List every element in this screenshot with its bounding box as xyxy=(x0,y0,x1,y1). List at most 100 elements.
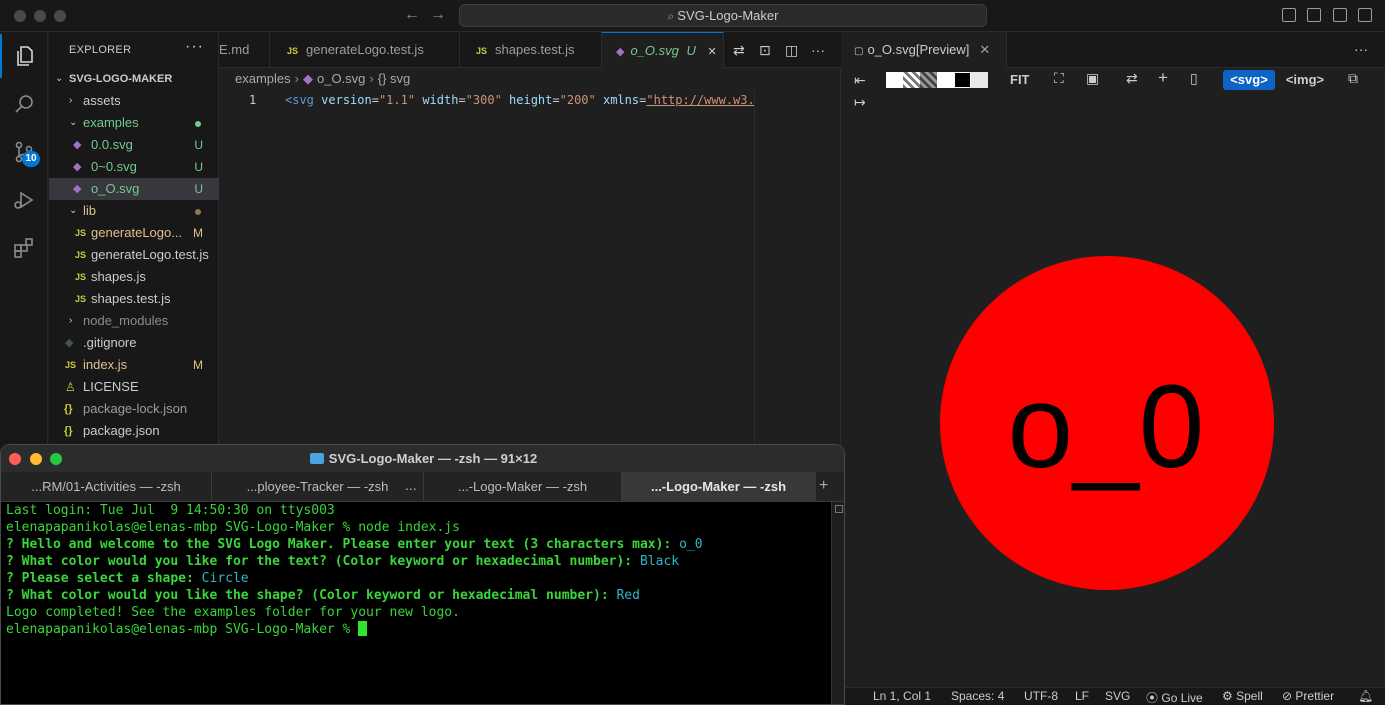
tree-item-index-js[interactable]: JS index.js M xyxy=(49,354,219,376)
minimize-window-button[interactable] xyxy=(34,10,46,22)
editor-group: E.md JS generateLogo.test.js JS shapes.tes… xyxy=(219,32,841,445)
split-editor-icon[interactable]: ◫ xyxy=(785,42,798,59)
customize-layout-icon[interactable] xyxy=(1358,8,1372,22)
swatch-transparent-light[interactable] xyxy=(903,72,920,88)
terminal-tab-active[interactable]: ...-Logo-Maker — -zsh xyxy=(622,472,816,502)
terminal-tab-overflow[interactable]: ... xyxy=(405,477,417,493)
tree-item-gitignore[interactable]: ◆ .gitignore xyxy=(49,332,219,354)
svg-mode-button[interactable]: <svg> xyxy=(1223,70,1275,90)
img-mode-button[interactable]: <img> xyxy=(1283,70,1327,90)
encoding[interactable]: UTF-8 xyxy=(1024,689,1058,703)
terminal-scrollbar[interactable] xyxy=(831,502,844,704)
background-swatches[interactable] xyxy=(886,72,988,88)
close-window-button[interactable] xyxy=(14,10,26,22)
js-file-icon: JS xyxy=(75,250,87,260)
tree-item-shapes-js[interactable]: JS shapes.js xyxy=(49,266,219,288)
tree-item-generatelogo-js[interactable]: JS generateLogo... M xyxy=(49,222,219,244)
terminal-line: Logo completed! See the examples folder … xyxy=(6,605,460,620)
code-text[interactable]: <svg version="1.1" width="300" height="2… xyxy=(285,90,754,110)
terminal-tab[interactable]: ...-Logo-Maker — -zsh xyxy=(424,472,622,502)
tab-svg-preview[interactable]: ▢ o_O.svg[Preview] ✕ xyxy=(842,32,1007,68)
add-icon[interactable]: + xyxy=(1158,68,1168,88)
compare-changes-icon[interactable]: ⇄ xyxy=(733,42,745,59)
tree-root-folder[interactable]: ⌄ SVG-LOGO-MAKER xyxy=(49,68,219,90)
minimap[interactable] xyxy=(754,90,826,445)
tree-item-package-lock-json[interactable]: {} package-lock.json xyxy=(49,398,219,420)
tree-item-label: .gitignore xyxy=(83,335,137,350)
swatch-black[interactable] xyxy=(954,72,971,88)
toggle-primary-sidebar-icon[interactable] xyxy=(1282,8,1296,22)
zoom-window-button[interactable] xyxy=(54,10,66,22)
tree-item-assets[interactable]: › assets xyxy=(49,90,219,112)
swatch-transparent-dark[interactable] xyxy=(920,72,937,88)
open-preview-icon[interactable]: ⊡ xyxy=(759,42,771,59)
terminal-close-button[interactable] xyxy=(9,453,21,465)
tab-shapes-test[interactable]: JS shapes.test.js xyxy=(460,32,602,68)
git-file-icon: ◆ xyxy=(65,337,74,349)
terminal-output[interactable]: Last login: Tue Jul 9 14:50:30 on ttys00… xyxy=(1,502,831,704)
swatch-white[interactable] xyxy=(886,72,903,88)
breadcrumb-item[interactable]: examples xyxy=(235,71,291,86)
extensions-activity[interactable] xyxy=(0,226,48,270)
swap-icon[interactable]: ⇄ xyxy=(1126,70,1138,87)
tree-item-generatelogo-test-js[interactable]: JS generateLogo.test.js xyxy=(49,244,219,266)
language-mode[interactable]: SVG xyxy=(1105,689,1130,703)
swatch-white-2[interactable] xyxy=(937,72,954,88)
tree-item-node-modules[interactable]: › node_modules xyxy=(49,310,219,332)
end-of-line[interactable]: LF xyxy=(1075,689,1089,703)
tree-item-package-json[interactable]: {} package.json xyxy=(49,420,219,442)
tree-item-lib[interactable]: ⌄ lib xyxy=(49,200,219,222)
zoom-fit-icon[interactable]: ⛶ xyxy=(1054,70,1064,87)
terminal-cursor xyxy=(358,621,368,636)
spell-check-button[interactable]: ⚙ Spell xyxy=(1222,689,1263,703)
tree-item-license[interactable]: ♙ LICENSE xyxy=(49,376,219,398)
explorer-activity[interactable] xyxy=(0,34,48,78)
breadcrumb-item[interactable]: {} svg xyxy=(378,71,411,86)
preview-more-actions[interactable]: ··· xyxy=(1354,41,1368,57)
breadcrumb-item[interactable]: o_O.svg xyxy=(317,71,365,86)
preview-tab-bar: ▢ o_O.svg[Preview] ✕ ··· xyxy=(842,32,1385,68)
toggle-panel-icon[interactable] xyxy=(1307,8,1321,22)
cursor-position[interactable]: Ln 1, Col 1 xyxy=(873,689,931,703)
tab-close-icon[interactable]: ✕ xyxy=(708,46,717,58)
tree-item-label: 0~0.svg xyxy=(91,159,137,174)
indentation[interactable]: Spaces: 4 xyxy=(951,689,1004,703)
fit-button[interactable]: FIT xyxy=(1010,72,1030,87)
toggle-crosshair-icon[interactable]: ▯ xyxy=(1190,70,1198,87)
bell-icon[interactable]: 🔔︎ xyxy=(1358,689,1373,703)
tree-item-shapes-test-js[interactable]: JS shapes.test.js xyxy=(49,288,219,310)
run-debug-activity[interactable] xyxy=(0,178,48,222)
swatch-gray[interactable] xyxy=(971,72,988,88)
copy-icon[interactable]: ⧉ xyxy=(1348,70,1358,87)
prettier-button[interactable]: ⊘ Prettier xyxy=(1282,689,1334,703)
command-center-label: SVG-Logo-Maker xyxy=(677,8,779,23)
tree-item-0-tilde-0-svg[interactable]: ◆ 0~0.svg U xyxy=(49,156,219,178)
tree-item-0-0-svg[interactable]: ◆ 0.0.svg U xyxy=(49,134,219,156)
tab-o-o-svg[interactable]: ◆ o_O.svg U ✕ xyxy=(602,32,724,68)
unpin-icon[interactable]: ↦ xyxy=(854,94,866,111)
search-activity[interactable] xyxy=(0,82,48,126)
terminal-tab[interactable]: ...ployee-Tracker — -zsh xyxy=(212,472,424,502)
tree-item-label: shapes.test.js xyxy=(91,291,171,306)
tree-item-o-o-svg[interactable]: ◆ o_O.svg U xyxy=(49,178,219,200)
tab-close-icon[interactable]: ✕ xyxy=(979,42,990,57)
tab-generatelogo-test[interactable]: JS generateLogo.test.js xyxy=(270,32,460,68)
svg-preview-panel: ▢ o_O.svg[Preview] ✕ ··· ⇤ ↦ FIT ⛶ ▣ ⇄ + ▯… xyxy=(842,32,1385,687)
go-live-button[interactable]: ⦿ Go Live xyxy=(1146,689,1203,705)
back-arrow-icon[interactable]: ← xyxy=(404,6,420,24)
pin-icon[interactable]: ⇤ xyxy=(854,72,866,89)
tab-readme[interactable]: E.md xyxy=(219,32,270,68)
forward-arrow-icon[interactable]: → xyxy=(430,6,446,24)
terminal-tab[interactable]: ...RM/01-Activities — -zsh xyxy=(1,472,212,502)
toggle-secondary-sidebar-icon[interactable] xyxy=(1333,8,1347,22)
explorer-more-actions[interactable]: ··· xyxy=(185,38,204,56)
code-line[interactable]: 1 <svg version="1.1" width="300" height=… xyxy=(219,90,754,110)
command-center-search[interactable]: ⌕ SVG-Logo-Maker xyxy=(459,4,987,27)
tree-item-examples[interactable]: ⌄ examples xyxy=(49,112,219,134)
terminal-minimize-button[interactable] xyxy=(30,453,42,465)
terminal-zoom-button[interactable] xyxy=(50,453,62,465)
source-control-activity[interactable]: 10 xyxy=(0,130,48,174)
new-terminal-tab-button[interactable]: + xyxy=(819,477,828,495)
zoom-actual-icon[interactable]: ▣ xyxy=(1086,70,1099,87)
more-actions-icon[interactable]: ··· xyxy=(811,42,825,58)
